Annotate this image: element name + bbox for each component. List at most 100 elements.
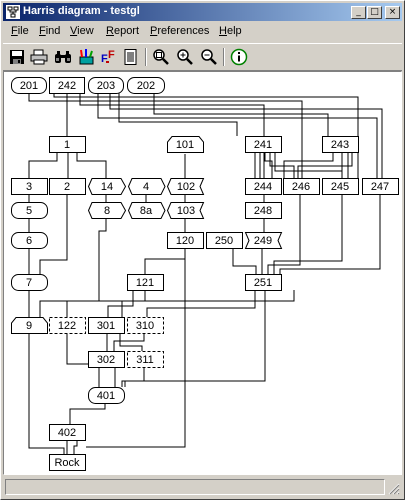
edge <box>274 152 343 178</box>
save-button[interactable] <box>7 47 27 67</box>
label-301: 301 <box>97 320 115 332</box>
menu-file-label: ile <box>17 25 29 37</box>
window-title: Harris diagram - testgl <box>23 5 140 17</box>
print-button[interactable] <box>29 47 49 67</box>
edge <box>124 290 266 387</box>
edge <box>279 194 381 274</box>
label-103: 103 <box>177 205 195 217</box>
label-248: 248 <box>254 205 272 217</box>
menu-bar: File Find View Report Preferences Help <box>3 23 402 41</box>
label-244: 244 <box>254 181 272 193</box>
edge <box>121 290 295 317</box>
label-247: 247 <box>371 181 389 193</box>
toolbar-separator <box>223 48 225 66</box>
label-121: 121 <box>136 277 154 289</box>
menu-find-label: ind <box>45 25 61 37</box>
menu-preferences[interactable]: Preferences <box>150 25 209 37</box>
label-101: 101 <box>176 139 194 151</box>
font-button[interactable]: FF <box>99 47 119 67</box>
edge <box>76 152 107 178</box>
info-button[interactable] <box>229 47 249 67</box>
label-rock: Rock <box>54 457 80 469</box>
edge <box>113 333 145 351</box>
page-button[interactable] <box>121 47 141 67</box>
label-245: 245 <box>331 181 349 193</box>
edge <box>66 333 89 365</box>
label-6: 6 <box>26 235 32 247</box>
find-button[interactable] <box>53 47 73 67</box>
edge <box>119 333 143 351</box>
edge <box>107 290 134 317</box>
menu-find-hotkey: F <box>39 25 46 37</box>
label-102: 102 <box>177 181 195 193</box>
title-bar[interactable]: Harris diagram - testgl _ □ × <box>3 3 402 21</box>
label-249: 249 <box>254 235 272 247</box>
label-243: 243 <box>331 139 349 151</box>
menu-find[interactable]: Find <box>39 25 60 37</box>
label-1: 1 <box>64 139 70 151</box>
harris-diagram: 201 242 203 202 1 101 241 243 3 2 14 4 1… <box>11 77 399 471</box>
menu-report-hotkey: R <box>106 25 114 37</box>
find-icon <box>55 51 71 63</box>
label-202: 202 <box>137 80 155 92</box>
label-7: 7 <box>26 277 32 289</box>
zoom-out-icon <box>201 49 217 65</box>
save-icon <box>10 50 24 64</box>
label-2: 2 <box>64 181 70 193</box>
maximize-button[interactable]: □ <box>367 6 382 19</box>
edge <box>145 194 186 202</box>
label-4: 4 <box>143 181 149 193</box>
label-201: 201 <box>20 80 38 92</box>
minimize-button[interactable]: _ <box>351 6 366 19</box>
menu-view[interactable]: View <box>70 25 94 37</box>
edge <box>283 152 334 178</box>
menu-report-label: eport <box>113 25 140 37</box>
svg-text:F: F <box>101 53 108 65</box>
label-401: 401 <box>97 390 115 402</box>
status-bar <box>3 478 402 497</box>
menu-help[interactable]: Help <box>219 25 242 37</box>
page-icon <box>124 49 137 65</box>
label-242: 242 <box>58 80 76 92</box>
svg-text:F: F <box>108 49 115 61</box>
label-310: 310 <box>136 320 154 332</box>
diagram-canvas[interactable]: 201 242 203 202 1 101 241 243 3 2 14 4 1… <box>3 71 402 475</box>
label-3: 3 <box>26 181 32 193</box>
zoom-fit-button[interactable] <box>151 47 171 67</box>
close-button[interactable]: × <box>385 6 400 19</box>
print-icon <box>30 49 48 65</box>
label-122: 122 <box>58 320 76 332</box>
menu-view-label: iew <box>77 25 94 37</box>
toolbar-separator <box>145 48 147 66</box>
status-pane <box>5 479 385 495</box>
resize-grip-icon[interactable] <box>388 483 400 495</box>
zoom-fit-icon <box>153 49 169 65</box>
edge <box>232 249 257 274</box>
label-241: 241 <box>254 139 272 151</box>
label-8a: 8a <box>140 205 153 217</box>
edge <box>28 152 58 178</box>
edge <box>341 152 349 178</box>
zoom-in-icon <box>177 49 193 65</box>
app-window: Harris diagram - testgl _ □ × File Find … <box>0 0 405 500</box>
menu-preferences-label: references <box>157 25 210 37</box>
label-311: 311 <box>136 354 154 366</box>
label-302: 302 <box>97 354 115 366</box>
label-5: 5 <box>26 205 32 217</box>
label-402: 402 <box>58 427 76 439</box>
colors-button[interactable] <box>77 47 97 67</box>
label-203: 203 <box>97 80 115 92</box>
edge <box>269 152 295 178</box>
info-icon <box>230 48 248 66</box>
edge <box>297 152 353 178</box>
edge <box>273 194 343 274</box>
menu-file-hotkey: F <box>11 25 18 37</box>
zoom-out-button[interactable] <box>199 47 219 67</box>
label-246: 246 <box>292 181 310 193</box>
label-14: 14 <box>101 181 113 193</box>
label-9: 9 <box>26 320 32 332</box>
menu-report[interactable]: Report <box>106 25 139 37</box>
zoom-in-button[interactable] <box>175 47 195 67</box>
edge <box>69 403 106 424</box>
menu-file[interactable]: File <box>11 25 29 37</box>
